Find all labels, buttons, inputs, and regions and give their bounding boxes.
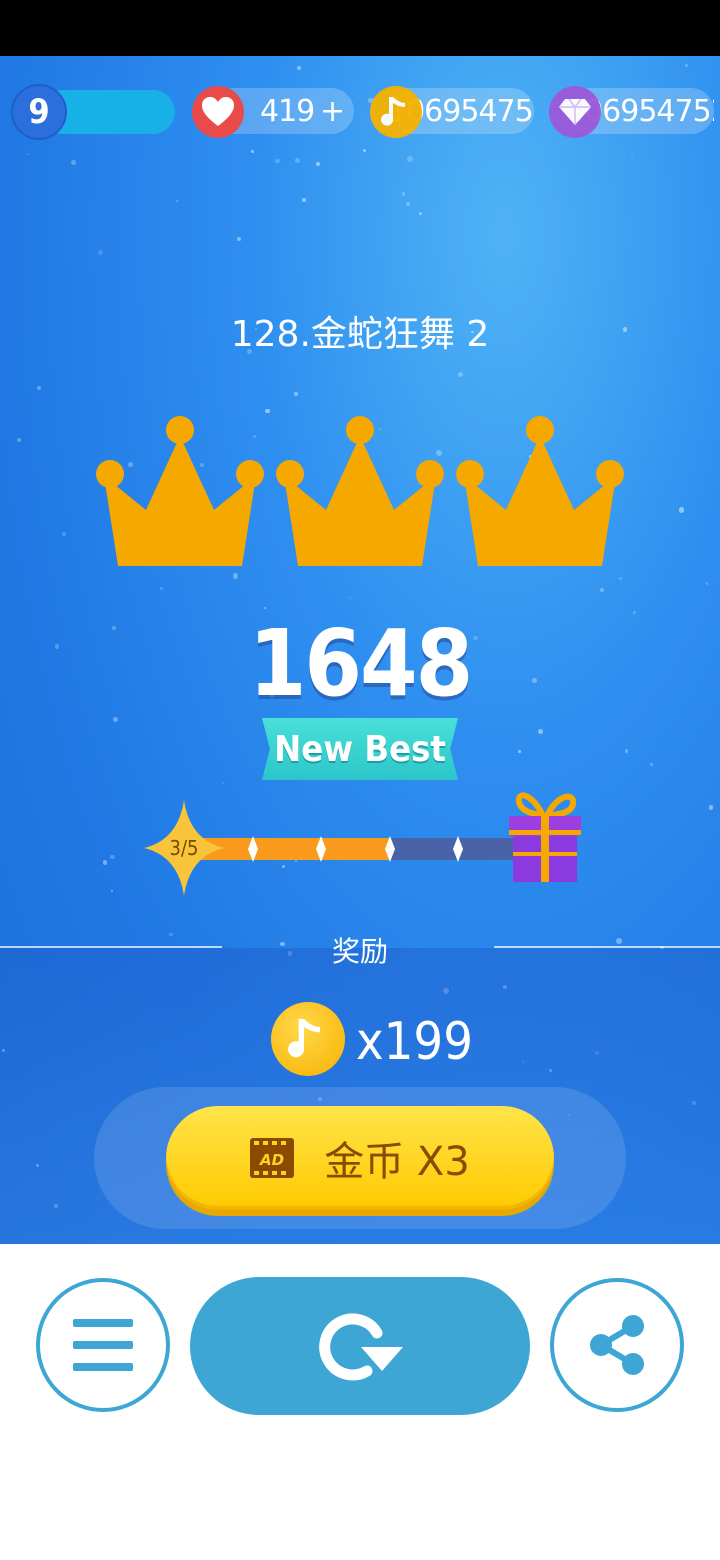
new-best-label: New Best [274,728,446,770]
sparkle [708,805,713,810]
sparkle [110,854,115,860]
sparkle [457,372,463,378]
sparkle [294,391,299,396]
reward-label: 奖励 [331,935,388,968]
sparkle [348,597,351,600]
lives-count: 419 [260,94,315,129]
sparkle [236,237,241,242]
crown-icon [456,416,624,566]
ad-icon-text: AD [259,1151,284,1169]
sparkle [37,385,42,390]
music-note-coin-icon [370,86,422,138]
sparkle [630,153,634,157]
diamond-icon [549,86,601,138]
score-value: 1648 [248,610,473,717]
progress-tick-icon [248,836,258,862]
song-title: 128.金蛇狂舞 2 [230,314,490,355]
sparkle [301,197,306,203]
sparkle [232,573,239,579]
video-ad-icon: AD [250,1138,295,1178]
crown-icon [276,416,444,566]
sparkle [102,860,108,865]
sparkle [618,576,623,581]
heart-icon [192,86,244,138]
sparkle [264,606,267,610]
sparkle [518,750,521,753]
sparkle [678,507,685,513]
progress-tick-icon [385,836,395,862]
sparkle [315,161,321,166]
sparkle [281,865,285,869]
progress-step-label: 3/5 [169,836,199,860]
crown-icon [96,416,264,566]
sparkle [649,763,654,767]
sparkle [221,782,224,785]
sparkle [295,157,301,163]
menu-icon [73,1319,133,1371]
sparkle [250,149,255,154]
add-lives-button[interactable]: + [320,92,345,132]
status-bar [0,0,720,56]
sparkle [160,587,163,590]
sparkle [406,156,413,162]
replay-button[interactable] [190,1277,530,1415]
sparkle [26,152,30,156]
sparkle [705,581,709,585]
gift-box-icon[interactable] [503,786,587,886]
sparkle [419,211,423,215]
watch-ad-triple-coins-button[interactable]: AD 金币 X3 [166,1106,554,1210]
reward-progress-bar [185,838,525,860]
sparkle [600,587,605,592]
reward-coin-count: x199 [356,1012,473,1072]
sparkle [401,192,406,197]
sparkle [61,531,67,537]
new-best-banner: New Best [262,718,458,780]
progress-tick-icon [453,836,463,862]
sparkle [624,749,629,754]
ad-button-label: 金币 X3 [324,1139,470,1185]
sparkle [265,408,270,414]
sparkle [275,158,280,164]
level-badge: 9 [11,84,67,140]
sparkle [17,437,22,443]
share-icon [590,1315,644,1375]
replay-icon [319,1313,403,1381]
share-button[interactable] [550,1278,684,1412]
sparkle [97,250,103,256]
sparkle [110,890,113,893]
sparkle [362,148,367,153]
sparkle [406,202,411,207]
sparkle [296,65,301,70]
menu-button[interactable] [36,1278,170,1412]
sparkle [537,728,544,735]
progress-tick-icon [316,836,326,862]
sparkle [71,160,76,165]
sparkle [113,717,118,722]
sparkle [684,64,688,68]
sparkle [175,200,178,203]
music-note-coin-icon [271,1002,345,1076]
